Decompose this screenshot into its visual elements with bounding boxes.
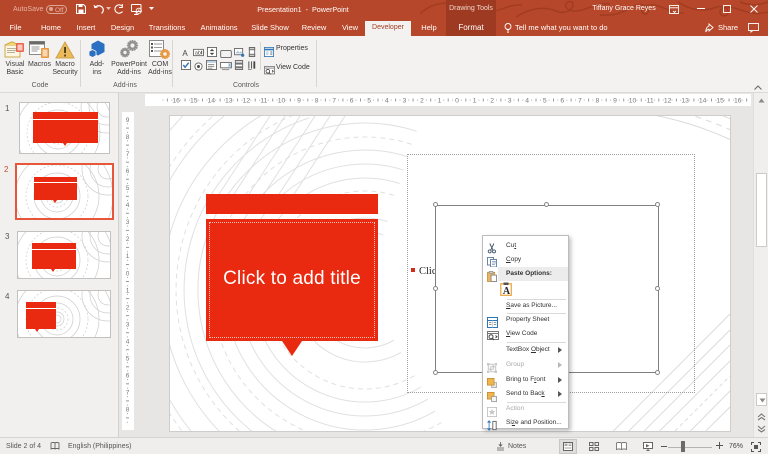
svg-text:2: 2	[490, 98, 494, 105]
svg-text:8: 8	[596, 98, 600, 105]
svg-text:2: 2	[126, 236, 130, 243]
svg-text:1: 1	[126, 253, 130, 260]
svg-text:6: 6	[126, 168, 130, 175]
svg-text:13: 13	[681, 98, 689, 105]
svg-text:16: 16	[734, 98, 742, 105]
svg-text:7: 7	[126, 151, 130, 158]
svg-text:9: 9	[126, 117, 130, 124]
svg-text:3: 3	[126, 219, 130, 226]
svg-text:10: 10	[629, 98, 637, 105]
svg-text:6: 6	[560, 98, 564, 105]
svg-text:1: 1	[473, 98, 477, 105]
svg-text:11: 11	[260, 98, 267, 105]
svg-text:7: 7	[578, 98, 582, 105]
svg-text:9: 9	[297, 98, 301, 105]
svg-text:11: 11	[647, 98, 654, 105]
svg-text:16: 16	[172, 98, 180, 105]
svg-text:8: 8	[126, 134, 130, 141]
svg-text:4: 4	[525, 98, 529, 105]
svg-text:14: 14	[208, 98, 216, 105]
svg-text:5: 5	[543, 98, 547, 105]
svg-text:7: 7	[126, 390, 130, 397]
svg-text:7: 7	[332, 98, 336, 105]
svg-text:14: 14	[699, 98, 707, 105]
svg-text:ab: ab	[195, 51, 201, 57]
svg-text:4: 4	[126, 202, 130, 209]
svg-text:12: 12	[664, 98, 672, 105]
svg-text:9: 9	[613, 98, 617, 105]
svg-text:2: 2	[126, 304, 130, 311]
svg-text:4: 4	[126, 339, 130, 346]
svg-text:6: 6	[126, 373, 130, 380]
svg-text:1: 1	[438, 98, 442, 105]
svg-text:3: 3	[508, 98, 512, 105]
svg-text:8: 8	[126, 407, 130, 414]
svg-text:10: 10	[278, 98, 286, 105]
svg-text:1: 1	[126, 287, 130, 294]
svg-text:6: 6	[350, 98, 354, 105]
svg-text:15: 15	[716, 98, 724, 105]
svg-text:2: 2	[420, 98, 424, 105]
svg-text:A: A	[182, 49, 188, 57]
svg-text:A: A	[503, 286, 511, 296]
svg-text:5: 5	[126, 356, 130, 363]
svg-text:8: 8	[315, 98, 319, 105]
svg-text:12: 12	[243, 98, 251, 105]
svg-text:13: 13	[225, 98, 233, 105]
svg-text:5: 5	[126, 185, 130, 192]
svg-text:3: 3	[403, 98, 407, 105]
svg-text:5: 5	[367, 98, 371, 105]
svg-text:4: 4	[385, 98, 389, 105]
svg-text:15: 15	[190, 98, 198, 105]
svg-text:0: 0	[455, 98, 459, 105]
svg-text:3: 3	[126, 322, 130, 329]
svg-text:0: 0	[126, 270, 130, 277]
